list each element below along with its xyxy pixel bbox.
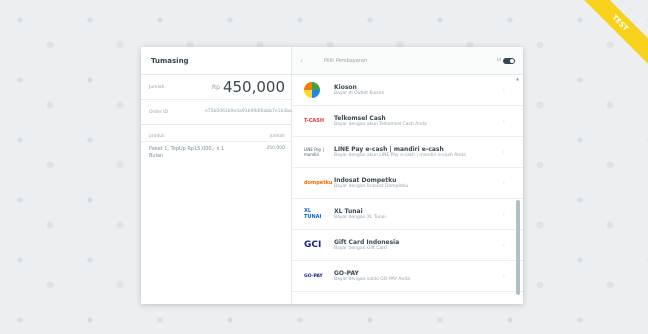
details-header: produk jumlah [141, 125, 291, 142]
details-header-amount: jumlah [269, 134, 285, 139]
payment-method-name: Telkomsel Cash [334, 114, 386, 122]
order-id-value: e75b0d61b9e4a93b9fb66abb7e1b3ba [205, 109, 292, 115]
item-name: Paket 1, TopUp Rp15,000,- x 1 Bulan [149, 146, 225, 159]
payment-method-text: Indosat Dompetku Bayar dengan Indosat Do… [334, 177, 503, 190]
payment-method-desc: Bayar dengan saldo GO-PAY Anda [334, 276, 410, 282]
payment-method-name: Gift Card Indonesia [334, 238, 400, 246]
payment-method-desc: Bayar dengan akun Telkomsel Cash Anda [334, 121, 427, 127]
payment-methods-panel: ‹ Pilih Pembayaran id Kioson Bayar di Ou… [292, 47, 523, 304]
details-header-product: produk [149, 134, 165, 139]
payment-method-kioson[interactable]: Kioson Bayar di Outlet Kioson › [292, 75, 523, 106]
chevron-right-icon: › [502, 87, 505, 94]
scroll-thumb[interactable] [516, 200, 520, 295]
line-pay-logo-icon: LINE Pay | mandiri [304, 147, 324, 157]
amount-number: 450,000 [222, 78, 285, 96]
chevron-left-icon[interactable]: ‹ [300, 56, 314, 65]
scrollbar[interactable]: ▲ [515, 75, 521, 300]
payment-method-text: LINE Pay e-cash | mandiri e-cash Bayar d… [334, 146, 503, 159]
xl-tunai-logo-icon: XL TUNAI [304, 208, 322, 220]
payment-method-name: GO-PAY [334, 269, 359, 277]
merchant-name: Tumasing [141, 47, 291, 75]
payment-method-desc: Bayar dengan Indosat Dompetku [334, 183, 409, 189]
chevron-right-icon: › [502, 149, 505, 156]
amount-label: Jumlah [149, 84, 165, 90]
payment-method-name: Kioson [334, 83, 357, 91]
payment-modal: Tumasing Jumlah Rp 450,000 Order ID e75b… [141, 47, 523, 304]
payment-method-list: Kioson Bayar di Outlet Kioson › T-CASH T… [292, 75, 523, 304]
chevron-right-icon: › [502, 211, 505, 218]
payment-method-text: GO-PAY Bayar dengan saldo GO-PAY Anda [334, 270, 503, 283]
payment-method-line-pay[interactable]: LINE Pay | mandiri LINE Pay e-cash | man… [292, 137, 523, 168]
language-toggle[interactable]: id [496, 57, 515, 64]
amount-row: Jumlah Rp 450,000 [141, 75, 291, 100]
chevron-right-icon: › [502, 242, 505, 249]
currency-label: Rp [211, 83, 220, 91]
payment-header: ‹ Pilih Pembayaran id [292, 47, 523, 75]
order-id-row: Order ID e75b0d61b9e4a93b9fb66abb7e1b3ba [141, 100, 292, 125]
order-id-label: Order ID [149, 109, 169, 115]
payment-method-desc: Bayar di Outlet Kioson [334, 90, 385, 96]
payment-method-desc: Bayar dengan akun LINE Pay e-cash | mand… [334, 152, 466, 158]
payment-method-text: Telkomsel Cash Bayar dengan akun Telkoms… [334, 115, 503, 128]
item-price: 450,000 [266, 146, 285, 151]
payment-method-gci[interactable]: GCI Gift Card Indonesia Bayar dengan Gif… [292, 230, 523, 261]
scroll-up-icon[interactable]: ▲ [516, 76, 519, 81]
payment-method-text: Kioson Bayar di Outlet Kioson [334, 84, 503, 97]
payment-method-name: Indosat Dompetku [334, 176, 397, 184]
indosat-logo-icon: dompetku [304, 180, 333, 186]
order-summary-panel: Tumasing Jumlah Rp 450,000 Order ID e75b… [141, 47, 292, 304]
chevron-right-icon: › [502, 118, 505, 125]
payment-method-tcash[interactable]: T-CASH Telkomsel Cash Bayar dengan akun … [292, 106, 523, 137]
gopay-logo-icon: GO-PAY [304, 273, 323, 279]
payment-method-desc: Bayar dengan XL Tunai [334, 214, 386, 220]
payment-method-desc: Bayar dengan Gift Card [334, 245, 387, 251]
amount-value: Rp 450,000 [212, 78, 285, 96]
payment-method-text: XL Tunai Bayar dengan XL Tunai [334, 208, 503, 221]
item-row: Paket 1, TopUp Rp15,000,- x 1 Bulan 450,… [141, 142, 291, 159]
payment-method-name: XL Tunai [334, 207, 363, 215]
gci-logo-icon: GCI [304, 240, 322, 250]
payment-method-text: Gift Card Indonesia Bayar dengan Gift Ca… [334, 239, 503, 252]
payment-method-name: LINE Pay e-cash | mandiri e-cash [334, 145, 444, 153]
payment-method-xl-tunai[interactable]: XL TUNAI XL Tunai Bayar dengan XL Tunai … [292, 199, 523, 230]
kioson-logo-icon [304, 82, 330, 98]
payment-method-gopay[interactable]: GO-PAY GO-PAY Bayar dengan saldo GO-PAY … [292, 261, 523, 292]
tcash-logo-icon: T-CASH [304, 118, 325, 124]
payment-title: Pilih Pembayaran [324, 57, 368, 64]
language-label: id [496, 58, 501, 63]
payment-method-indosat[interactable]: dompetku Indosat Dompetku Bayar dengan I… [292, 168, 523, 199]
chevron-right-icon: › [502, 273, 505, 280]
chevron-right-icon: › [502, 180, 505, 187]
toggle-icon[interactable] [503, 57, 515, 64]
